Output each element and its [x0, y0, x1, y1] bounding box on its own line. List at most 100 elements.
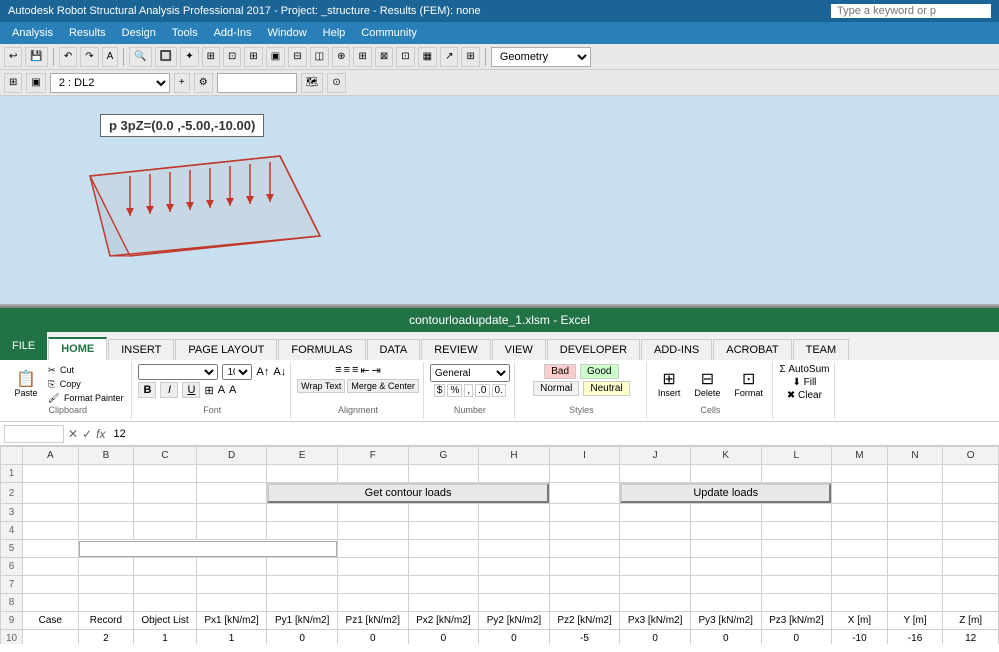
col-pz1-header[interactable]: Pz1 [kN/m2] — [337, 612, 408, 630]
wrap-text-button[interactable]: Wrap Text — [297, 379, 345, 393]
toolbar-btn-redo[interactable]: ↷ — [80, 47, 98, 67]
col-pz3-header[interactable]: Pz3 [kN/m2] — [761, 612, 832, 630]
bad-style-btn[interactable]: Bad — [544, 364, 576, 379]
confirm-formula-icon[interactable]: ✓ — [82, 427, 92, 441]
col-o[interactable]: O — [943, 447, 999, 465]
indent-decrease-icon[interactable]: ⇤ — [360, 364, 369, 377]
toolbar-btn-12[interactable]: ⊕ — [332, 47, 350, 67]
align-center-icon[interactable]: ≡ — [344, 364, 350, 377]
search-input[interactable] — [831, 4, 991, 18]
toolbar-btn-1[interactable]: ↩ — [4, 47, 22, 67]
font-color-icon[interactable]: A — [229, 384, 236, 396]
formula-input[interactable] — [109, 427, 995, 441]
format-painter-button[interactable]: 🖌 Format Painter — [46, 392, 127, 405]
toolbar2-icon3[interactable]: 🗺 — [301, 73, 324, 93]
update-loads-button[interactable]: Update loads — [620, 483, 831, 503]
geometry-dropdown[interactable]: Geometry — [491, 47, 591, 67]
toolbar2-icon[interactable]: ⊞ — [4, 73, 22, 93]
toolbar-btn-15[interactable]: ⊡ — [396, 47, 414, 67]
tab-view[interactable]: VIEW — [492, 339, 546, 360]
col-py1-header[interactable]: Py1 [kN/m2] — [267, 612, 338, 630]
menu-tools[interactable]: Tools — [164, 24, 206, 42]
percent-icon[interactable]: $ — [434, 384, 446, 397]
fill-button[interactable]: ⬇ Fill — [792, 377, 816, 388]
decimal-decrease-btn[interactable]: 0. — [492, 384, 506, 397]
font-increase-icon[interactable]: A↑ — [256, 366, 269, 378]
menu-design[interactable]: Design — [114, 24, 164, 42]
toolbar2-add[interactable]: + — [174, 73, 190, 93]
col-i[interactable]: I — [549, 447, 620, 465]
col-y-header[interactable]: Y [m] — [887, 612, 943, 630]
bold-button[interactable]: B — [138, 382, 156, 398]
toolbar-btn-undo[interactable]: ↶ — [59, 47, 77, 67]
italic-button[interactable]: I — [160, 382, 178, 398]
tab-insert[interactable]: INSERT — [108, 339, 174, 360]
col-g[interactable]: G — [408, 447, 479, 465]
col-pz2-header[interactable]: Pz2 [kN/m2] — [549, 612, 620, 630]
col-record-header[interactable]: Record — [78, 612, 134, 630]
toolbar-btn-9[interactable]: ▣ — [266, 47, 285, 67]
cancel-formula-icon[interactable]: ✕ — [68, 427, 78, 441]
col-z-header[interactable]: Z [m] — [943, 612, 999, 630]
toolbar2-input[interactable] — [217, 73, 297, 93]
toolbar2-icon2[interactable]: ▣ — [26, 73, 45, 93]
normal-style-btn[interactable]: Normal — [533, 381, 579, 396]
col-b[interactable]: B — [78, 447, 134, 465]
toolbar-btn-10[interactable]: ⊟ — [288, 47, 306, 67]
tab-page-layout[interactable]: PAGE LAYOUT — [175, 339, 277, 360]
percent-btn[interactable]: % — [447, 384, 462, 397]
menu-addins[interactable]: Add-Ins — [206, 24, 260, 42]
menu-results[interactable]: Results — [61, 24, 114, 42]
menu-analysis[interactable]: Analysis — [4, 24, 61, 42]
paste-button[interactable]: 📋 Paste — [8, 365, 44, 405]
toolbar2-icon4[interactable]: ⊙ — [327, 73, 345, 93]
copy-button[interactable]: ⎘ Copy — [46, 378, 127, 391]
border-icon[interactable]: ⊞ — [204, 384, 213, 397]
toolbar-btn-5[interactable]: ✦ — [180, 47, 198, 67]
tab-developer[interactable]: DEVELOPER — [547, 339, 640, 360]
toolbar-btn-2[interactable]: 💾 — [25, 47, 47, 67]
menu-community[interactable]: Community — [353, 24, 425, 42]
insert-button[interactable]: ⊞ Insert — [653, 369, 686, 401]
decimal-increase-btn[interactable]: .0 — [475, 384, 489, 397]
indent-increase-icon[interactable]: ⇥ — [372, 364, 381, 377]
toolbar-btn-4[interactable]: 🔲 — [155, 47, 177, 67]
col-l[interactable]: L — [761, 447, 832, 465]
col-d[interactable]: D — [196, 447, 267, 465]
menu-help[interactable]: Help — [315, 24, 354, 42]
font-family-select[interactable] — [138, 364, 218, 380]
tab-data[interactable]: DATA — [367, 339, 421, 360]
toolbar-btn-8[interactable]: ⊞ — [244, 47, 262, 67]
col-py3-header[interactable]: Py3 [kN/m2] — [690, 612, 761, 630]
font-size-select[interactable]: 10 — [222, 364, 252, 380]
load-combination-dropdown[interactable]: 2 : DL2 — [50, 73, 170, 93]
toolbar2-settings[interactable]: ⚙ — [194, 73, 213, 93]
col-k[interactable]: K — [690, 447, 761, 465]
fill-color-icon[interactable]: A — [218, 384, 225, 396]
tab-team[interactable]: TEAM — [793, 339, 850, 360]
cut-button[interactable]: ✂ Cut — [46, 364, 127, 377]
col-objectlist-header[interactable]: Object List — [134, 612, 197, 630]
toolbar-btn-6[interactable]: ⊞ — [202, 47, 220, 67]
number-format-select[interactable]: General — [430, 364, 510, 382]
clear-button[interactable]: ✖ Clear — [787, 390, 822, 401]
tab-home[interactable]: HOME — [48, 337, 107, 360]
row5-input[interactable] — [79, 541, 337, 557]
col-case-header[interactable]: Case — [23, 612, 79, 630]
col-j[interactable]: J — [620, 447, 691, 465]
col-a[interactable]: A — [23, 447, 79, 465]
align-left-icon[interactable]: ≡ — [335, 364, 341, 377]
toolbar-btn-7[interactable]: ⊡ — [223, 47, 241, 67]
col-m[interactable]: M — [832, 447, 888, 465]
toolbar-btn-18[interactable]: ⊞ — [461, 47, 479, 67]
col-h[interactable]: H — [479, 447, 550, 465]
tab-addins[interactable]: ADD-INS — [641, 339, 712, 360]
underline-button[interactable]: U — [182, 382, 200, 398]
tab-acrobat[interactable]: ACROBAT — [713, 339, 791, 360]
tab-file[interactable]: FILE — [0, 332, 47, 360]
neutral-style-btn[interactable]: Neutral — [583, 381, 629, 396]
tab-review[interactable]: REVIEW — [421, 339, 490, 360]
col-px1-header[interactable]: Px1 [kN/m2] — [196, 612, 267, 630]
toolbar-btn-14[interactable]: ⊠ — [375, 47, 393, 67]
comma-btn[interactable]: , — [464, 384, 473, 397]
